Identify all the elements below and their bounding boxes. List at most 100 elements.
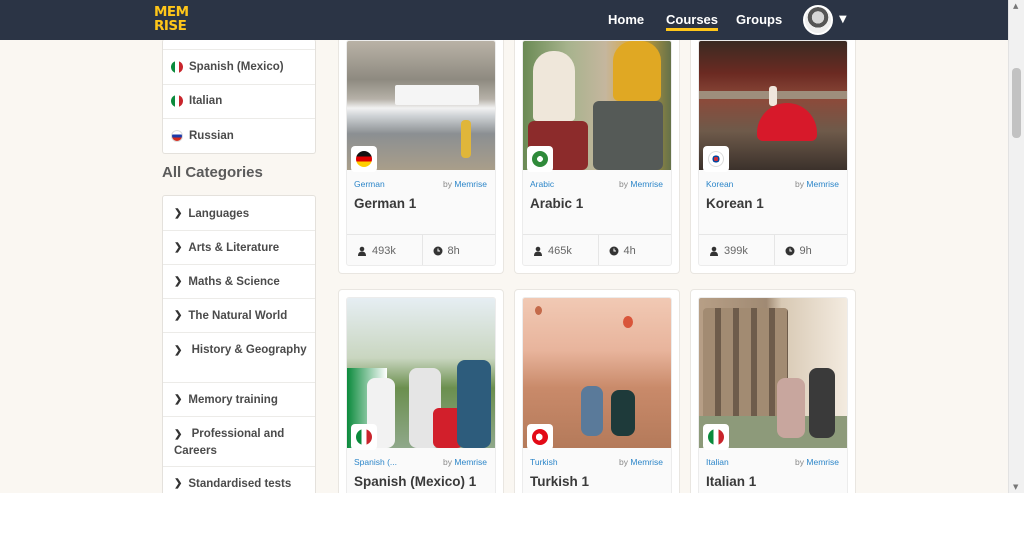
germany-flag-icon [356, 151, 372, 167]
by-text: by [619, 457, 629, 467]
course-author: by Memrise [443, 179, 487, 189]
page-scrollbar[interactable]: ▲ ▼ [1008, 0, 1024, 493]
category-item-natural-world[interactable]: ❯ The Natural World [163, 299, 315, 333]
top-navbar: MEM RISE Home Courses Groups ▼ [0, 0, 1008, 40]
scroll-down-icon[interactable]: ▼ [1013, 483, 1018, 491]
category-item-arts-literature[interactable]: ❯ Arts & Literature [163, 231, 315, 265]
course-card-inner: Turkish by Memrise Turkish 1 [522, 297, 672, 493]
balloon-shape [535, 306, 542, 315]
korea-flag-icon [708, 151, 724, 167]
avatar[interactable] [803, 5, 833, 35]
chevron-down-icon[interactable]: ▼ [839, 14, 847, 25]
course-title[interactable]: Korean 1 [706, 196, 764, 211]
course-category-link[interactable]: Turkish [530, 457, 558, 467]
author-link[interactable]: Memrise [806, 457, 839, 467]
learners-count: 465k [548, 244, 572, 257]
category-item-history-geography[interactable]: ❯ History & Geography [163, 333, 315, 383]
sidebar-language-list: Spanish (Mexico) Italian Russian [162, 39, 316, 154]
category-label: Standardised tests [188, 478, 292, 490]
boat-shape [395, 85, 479, 105]
course-title[interactable]: Turkish 1 [530, 474, 589, 489]
arabic-flag-badge [527, 146, 553, 172]
person-shape [769, 86, 777, 106]
person-shape [611, 390, 635, 436]
logo-text-bottom: RISE [154, 18, 187, 34]
learners-stat: 399k [699, 235, 774, 265]
author-link[interactable]: Memrise [806, 179, 839, 189]
author-link[interactable]: Memrise [454, 457, 487, 467]
sidebar-item-italian[interactable]: Italian [163, 85, 315, 119]
sidebar-item-spanish-mexico[interactable]: Spanish (Mexico) [163, 50, 315, 85]
course-author: by Memrise [443, 457, 487, 467]
course-card-spanish-mexico[interactable]: Spanish (... by Memrise Spanish (Mexico)… [338, 289, 504, 493]
author-link[interactable]: Memrise [454, 179, 487, 189]
chevron-right-icon: ❯ [174, 276, 183, 287]
scroll-up-icon[interactable]: ▲ [1013, 2, 1018, 10]
chevron-right-icon: ❯ [174, 478, 183, 489]
course-title[interactable]: Italian 1 [706, 474, 756, 489]
category-label: Memory training [188, 394, 278, 406]
headscarf-shape [533, 51, 575, 121]
logo-text-top: MEM [154, 4, 189, 20]
course-category-link[interactable]: Spanish (... [354, 457, 397, 467]
mexico-flag-icon [356, 429, 372, 445]
category-item-memory-training[interactable]: ❯ Memory training [163, 383, 315, 417]
learners-stat: 493k [347, 235, 422, 265]
category-label: Languages [188, 208, 250, 220]
memrise-logo[interactable]: MEM RISE [154, 4, 189, 35]
user-icon [710, 246, 718, 256]
sidebar-item-label: Spanish (Mexico) [189, 60, 284, 73]
course-category-link[interactable]: Italian [706, 457, 729, 467]
nav-courses[interactable]: Courses [666, 12, 719, 31]
category-list: ❯ Languages ❯ Arts & Literature ❯ Maths … [162, 195, 316, 493]
course-category-link[interactable]: Korean [706, 179, 733, 189]
turkey-flag-icon [532, 429, 548, 445]
author-link[interactable]: Memrise [630, 457, 663, 467]
author-link[interactable]: Memrise [630, 179, 663, 189]
course-card-turkish[interactable]: Turkish by Memrise Turkish 1 [514, 289, 680, 493]
mexico-flag-icon [171, 60, 183, 73]
time-stat: 8h [421, 235, 496, 265]
course-title[interactable]: German 1 [354, 196, 416, 211]
learners-count: 399k [724, 244, 748, 257]
turkey-flag-badge [527, 424, 553, 450]
course-category-link[interactable]: German [354, 179, 385, 189]
duration-value: 8h [447, 244, 460, 257]
chevron-right-icon: ❯ [174, 208, 183, 219]
clock-icon [609, 246, 618, 255]
headscarf-shape [613, 41, 661, 101]
time-stat: 4h [597, 235, 672, 265]
italy-flag-icon [171, 95, 183, 108]
chevron-right-icon: ❯ [174, 345, 183, 356]
course-stats: 399k 9h [699, 234, 848, 265]
course-card-korean[interactable]: Korean by Memrise Korean 1 399k 9h [690, 30, 856, 274]
sidebar-item-russian[interactable]: Russian [163, 119, 315, 154]
balloon-shape [623, 316, 633, 328]
course-card-arabic[interactable]: Arabic by Memrise Arabic 1 465k 4h [514, 30, 680, 274]
by-text: by [443, 179, 453, 189]
scroll-thumb[interactable] [1012, 68, 1021, 138]
by-text: by [795, 179, 805, 189]
page-viewport: Spanish (Mexico) Italian Russian All Cat… [0, 0, 1008, 493]
nav-home[interactable]: Home [608, 12, 644, 27]
nav-groups[interactable]: Groups [736, 12, 782, 27]
category-item-languages[interactable]: ❯ Languages [163, 196, 315, 231]
learners-stat: 465k [523, 235, 598, 265]
italy-flag-badge [703, 424, 729, 450]
course-author: by Memrise [619, 179, 663, 189]
category-item-maths-science[interactable]: ❯ Maths & Science [163, 265, 315, 299]
course-card-inner: Spanish (... by Memrise Spanish (Mexico)… [346, 297, 496, 493]
course-title[interactable]: Arabic 1 [530, 196, 583, 211]
category-item-standardised-tests[interactable]: ❯ Standardised tests [163, 467, 315, 493]
course-title[interactable]: Spanish (Mexico) 1 [354, 474, 476, 489]
time-stat: 9h [773, 235, 848, 265]
clothing-shape [593, 101, 663, 170]
course-card-italian[interactable]: Italian by Memrise Italian 1 [690, 289, 856, 493]
person-shape [581, 386, 603, 436]
course-category-link[interactable]: Arabic [530, 179, 554, 189]
course-card-german[interactable]: German by Memrise German 1 493k 8h [338, 30, 504, 274]
person-shape [461, 120, 471, 158]
chevron-right-icon: ❯ [174, 429, 183, 440]
category-item-professional-careers[interactable]: ❯ Professional and Careers [163, 417, 315, 467]
arabic-flag-icon [532, 151, 548, 167]
